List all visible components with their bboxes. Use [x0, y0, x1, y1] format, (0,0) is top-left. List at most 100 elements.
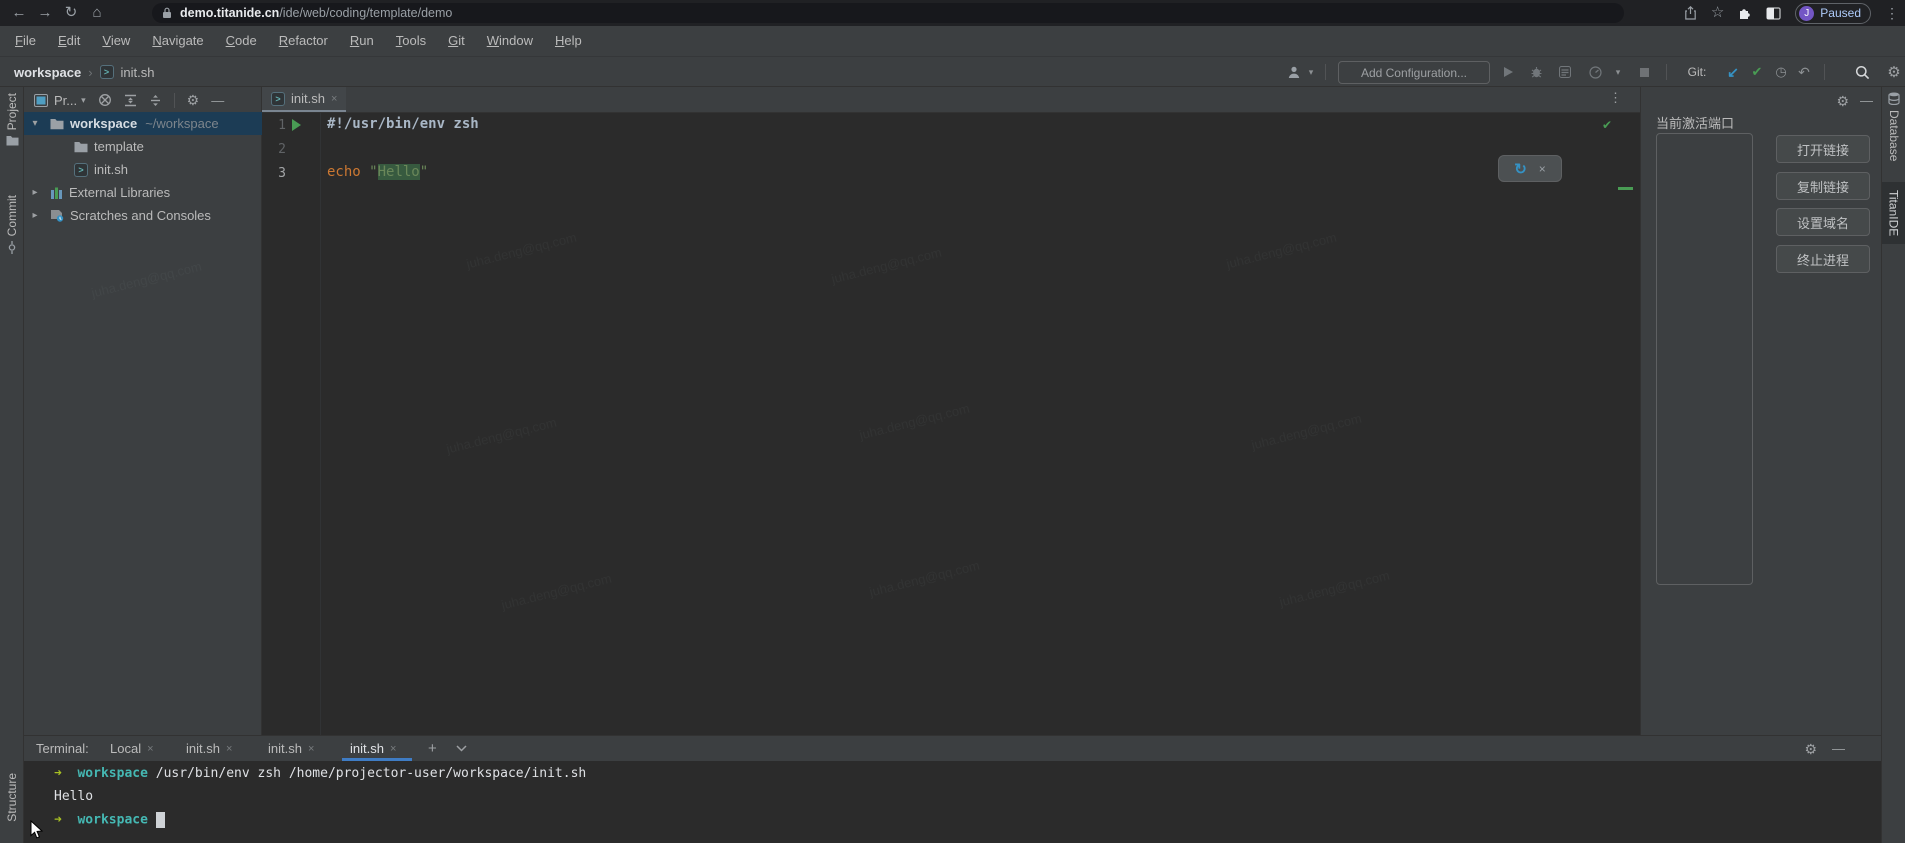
refresh-icon[interactable]: ↻ — [58, 0, 84, 26]
back-icon[interactable]: ← — [6, 0, 32, 26]
bookmark-star-icon[interactable]: ☆ — [1711, 0, 1724, 26]
expand-all-icon[interactable] — [124, 94, 137, 107]
tree-label: Scratches and Consoles — [70, 208, 211, 223]
menu-git[interactable]: Git — [437, 26, 476, 56]
browser-profile-pill[interactable]: J Paused — [1795, 3, 1871, 24]
tool-tab-database[interactable]: Database — [1882, 92, 1905, 161]
menu-tools[interactable]: Tools — [385, 26, 437, 56]
editor-tab-bar: > init.sh × ⋮ — [262, 87, 1640, 113]
project-view-selector[interactable]: Pr... — [54, 93, 77, 108]
tree-row-scratches[interactable]: ▸ Scratches and Consoles — [24, 204, 262, 227]
panel-settings-icon[interactable]: ⚙ — [1836, 93, 1849, 110]
folder-icon — [50, 118, 64, 130]
menu-edit[interactable]: Edit — [47, 26, 91, 56]
tool-tab-titanide[interactable]: TitanIDE — [1882, 182, 1905, 244]
menu-file[interactable]: File — [4, 26, 47, 56]
browser-menu-icon[interactable]: ⋮ — [1885, 0, 1899, 26]
set-domain-button[interactable]: 设置域名 — [1776, 208, 1870, 236]
ide-menu-bar: File Edit View Navigate Code Refactor Ru… — [0, 26, 1905, 57]
menu-view[interactable]: View — [91, 26, 141, 56]
hide-panel-icon[interactable]: — — [1860, 93, 1873, 108]
chevron-right-icon[interactable]: ▸ — [28, 210, 42, 221]
active-ports-label: 当前激活端口 — [1656, 113, 1734, 132]
new-terminal-icon[interactable]: + — [428, 736, 437, 761]
project-tab-label: Project — [5, 93, 19, 130]
tree-row-init-sh[interactable]: > init.sh — [24, 158, 262, 181]
terminal-tab-init-sh-1[interactable]: init.sh × — [186, 736, 232, 761]
menu-refactor[interactable]: Refactor — [268, 26, 339, 56]
tree-row-external-libraries[interactable]: ▸ External Libraries — [24, 181, 262, 204]
git-update-icon[interactable]: ↙ — [1724, 57, 1742, 87]
profiler-icon[interactable] — [1586, 57, 1604, 87]
chevron-right-icon[interactable]: ▸ — [28, 187, 42, 198]
stop-icon[interactable] — [1636, 57, 1652, 87]
address-bar[interactable]: demo.titanide.cn/ide/web/coding/template… — [152, 3, 1624, 23]
close-icon[interactable]: × — [226, 743, 232, 755]
close-icon[interactable]: × — [147, 743, 153, 755]
home-icon[interactable]: ⌂ — [84, 0, 110, 26]
side-panel-icon[interactable] — [1766, 7, 1781, 20]
coverage-icon[interactable] — [1556, 57, 1574, 87]
prompt-arrow-icon: ➜ — [54, 766, 62, 781]
menu-run[interactable]: Run — [339, 26, 385, 56]
run-dropdown-icon[interactable]: ▾ — [1612, 57, 1624, 87]
tree-label: template — [94, 139, 144, 154]
share-icon[interactable] — [1684, 6, 1697, 20]
inspections-ok-icon[interactable]: ✔ — [1602, 118, 1612, 132]
breadcrumb-root[interactable]: workspace — [14, 65, 81, 80]
terminal-dropdown-icon[interactable] — [456, 736, 467, 761]
collapse-all-icon[interactable] — [149, 94, 162, 107]
menu-window[interactable]: Window — [476, 26, 544, 56]
breadcrumb-file[interactable]: init.sh — [121, 65, 155, 80]
debug-icon[interactable] — [1527, 57, 1545, 87]
tool-tab-commit[interactable]: Commit — [0, 195, 24, 254]
tree-row-workspace[interactable]: ▾ workspace ~/workspace — [24, 112, 262, 135]
close-icon[interactable]: × — [331, 93, 337, 105]
open-link-button[interactable]: 打开链接 — [1776, 135, 1870, 163]
hide-terminal-icon[interactable]: — — [1832, 741, 1845, 756]
close-icon[interactable]: × — [1539, 162, 1546, 176]
terminal-output[interactable]: ➜ workspace /usr/bin/env zsh /home/proje… — [24, 761, 1881, 843]
code-editor[interactable]: 1 2 3 #!/usr/bin/env zsh echo "Hello" ✔ … — [262, 113, 1640, 735]
tool-tab-structure[interactable]: Structure — [0, 773, 24, 822]
terminal-tab-local[interactable]: Local × — [110, 736, 154, 761]
project-view-icon[interactable] — [34, 94, 48, 107]
copy-link-button[interactable]: 复制链接 — [1776, 172, 1870, 200]
terminal-tab-init-sh-2[interactable]: init.sh × — [268, 736, 314, 761]
close-icon[interactable]: × — [308, 743, 314, 755]
project-settings-icon[interactable]: ⚙ — [187, 92, 200, 109]
tree-row-template[interactable]: template — [24, 135, 262, 158]
extensions-icon[interactable] — [1738, 6, 1752, 20]
user-dropdown-icon[interactable]: ▾ — [1305, 57, 1317, 87]
editor-tab-init-sh[interactable]: > init.sh × — [262, 87, 346, 112]
locate-file-icon[interactable] — [98, 93, 112, 107]
line-number: 1 — [262, 118, 286, 133]
rerun-icon[interactable]: ↻ — [1514, 160, 1527, 178]
user-account-icon[interactable] — [1284, 57, 1304, 87]
run-icon[interactable] — [1500, 57, 1516, 87]
toolbar-settings-icon[interactable]: ⚙ — [1884, 57, 1904, 87]
kill-process-button[interactable]: 终止进程 — [1776, 245, 1870, 273]
editor-tab-options-icon[interactable]: ⋮ — [1609, 90, 1622, 106]
git-history-icon[interactable]: ◷ — [1772, 57, 1790, 87]
run-line-icon[interactable] — [292, 119, 301, 131]
menu-code[interactable]: Code — [215, 26, 268, 56]
terminal-settings-icon[interactable]: ⚙ — [1804, 741, 1817, 758]
url-host: demo.titanide.cn — [180, 6, 279, 20]
ide-toolbar: workspace › > init.sh ▾ Add Configuratio… — [0, 57, 1905, 87]
tool-tab-project[interactable]: Project — [0, 93, 24, 146]
project-view-dropdown-icon[interactable]: ▾ — [81, 95, 86, 106]
forward-icon[interactable]: → — [32, 0, 58, 26]
menu-navigate[interactable]: Navigate — [141, 26, 214, 56]
add-configuration-button[interactable]: Add Configuration... — [1338, 61, 1490, 84]
search-everywhere-icon[interactable] — [1852, 57, 1872, 87]
close-icon[interactable]: × — [390, 743, 396, 755]
commit-icon — [6, 241, 18, 254]
project-panel-header: Pr... ▾ ⚙ — — [24, 87, 262, 113]
code-line-echo: echo "Hello" — [327, 164, 428, 180]
git-commit-icon[interactable]: ✔ — [1748, 57, 1766, 87]
hide-project-panel-icon[interactable]: — — [211, 93, 224, 108]
chevron-down-icon[interactable]: ▾ — [28, 118, 42, 129]
git-rollback-icon[interactable]: ↶ — [1795, 57, 1813, 87]
menu-help[interactable]: Help — [544, 26, 593, 56]
